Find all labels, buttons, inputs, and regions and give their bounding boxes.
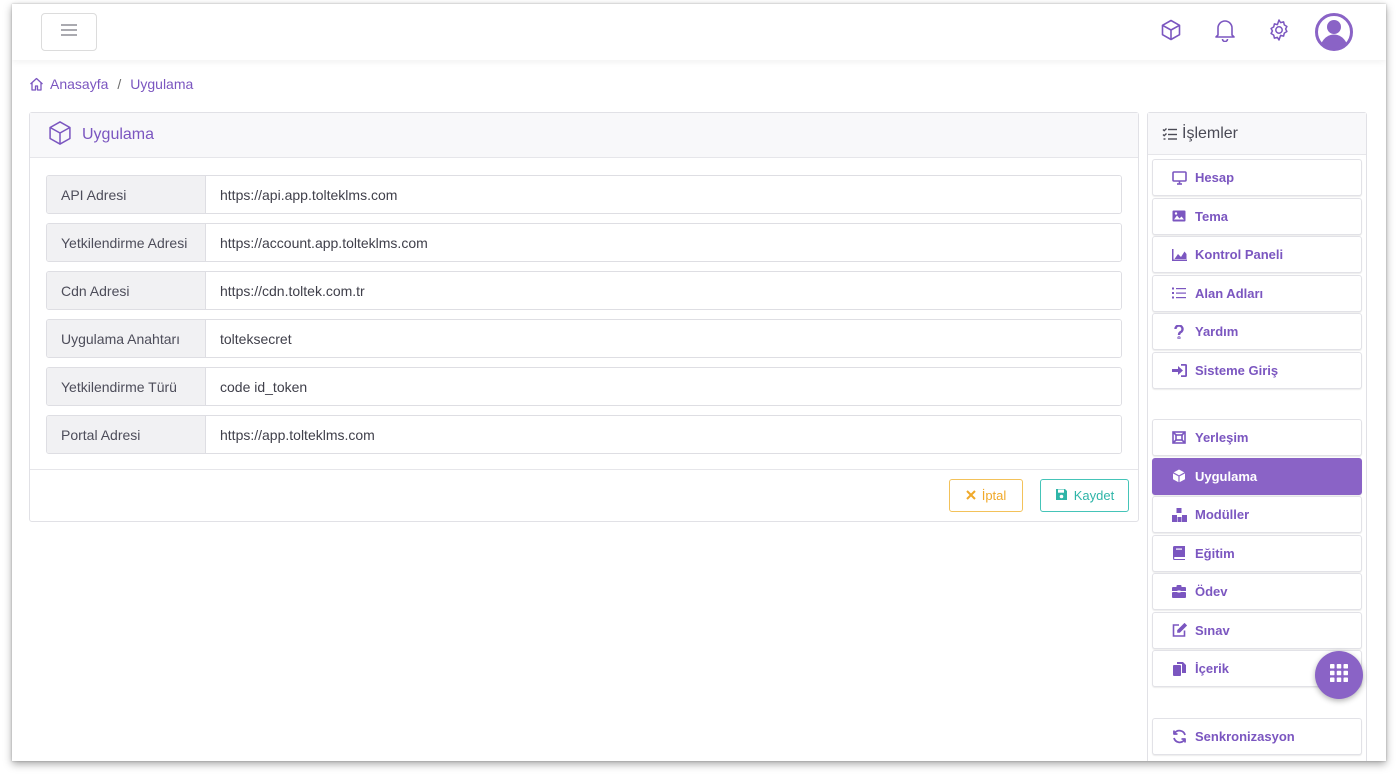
save-label: Kaydet: [1073, 488, 1115, 503]
close-icon: [965, 488, 976, 503]
bell-icon: [1214, 18, 1236, 47]
book-icon: [1171, 545, 1187, 561]
field-input[interactable]: [206, 368, 1121, 405]
sidebar-item-label: Sınav: [1195, 622, 1230, 638]
cube-icon: [1171, 468, 1187, 484]
top-bar: [12, 4, 1386, 60]
list-icon: [1171, 285, 1187, 301]
field-label: Yetkilendirme Türü: [47, 368, 206, 405]
briefcase-icon: [1171, 584, 1187, 600]
sync-icon: [1171, 728, 1187, 744]
cube-icon: [46, 119, 74, 152]
form-field-row: Cdn Adresi: [46, 271, 1122, 310]
breadcrumb: Anasayfa / Uygulama: [29, 76, 193, 92]
sidebar-item-label: Eğitim: [1195, 545, 1235, 561]
sidebar-item-label: Hesap: [1195, 170, 1235, 185]
field-input[interactable]: [206, 272, 1121, 309]
field-label: API Adresi: [47, 176, 206, 213]
field-input[interactable]: [206, 320, 1121, 357]
sidebar-item-label: Tema: [1195, 208, 1228, 224]
cancel-button[interactable]: İptal: [949, 479, 1023, 512]
sidebar-title: İşlemler: [1182, 124, 1239, 142]
sidebar-item-modules[interactable]: Modüller: [1152, 496, 1362, 533]
hamburger-icon: [60, 23, 78, 42]
user-avatar[interactable]: [1314, 12, 1354, 52]
monitor-icon: [1171, 170, 1187, 186]
sidebar-item-sync[interactable]: Senkronizasyon: [1152, 717, 1362, 755]
sign-in-icon: [1171, 362, 1187, 378]
sidebar-item-monitor[interactable]: Hesap: [1152, 159, 1362, 196]
settings-button[interactable]: [1252, 12, 1306, 52]
app-window: Anasayfa / Uygulama Uygulama API Adresi Y…: [12, 4, 1386, 761]
notifications-button[interactable]: [1198, 12, 1252, 52]
sidebar-item-label: Sisteme Giriş: [1195, 362, 1279, 378]
form-field-row: Yetkilendirme Türü: [46, 367, 1122, 406]
breadcrumb-home-link[interactable]: Anasayfa: [50, 76, 108, 92]
gear-icon: [1267, 18, 1291, 47]
sidebar-item-label: Ödev: [1195, 584, 1228, 599]
sidebar-item-label: İçerik: [1195, 661, 1229, 676]
field-input[interactable]: [206, 224, 1121, 261]
sidebar-item-sign-in[interactable]: Sisteme Giriş: [1152, 351, 1362, 389]
sidebar-item-label: Kontrol Paneli: [1195, 247, 1284, 262]
save-icon: [1055, 488, 1068, 504]
application-settings-card: Uygulama API Adresi Yetkilendirme Adresi C…: [29, 112, 1139, 522]
sidebar-item-label: Alan Adları: [1195, 285, 1264, 301]
card-header: Uygulama: [30, 113, 1138, 158]
breadcrumb-current: Uygulama: [130, 76, 194, 92]
sidebar-item-layout[interactable]: Yerleşim: [1152, 419, 1362, 456]
sidebar-item-list[interactable]: Alan Adları: [1152, 274, 1362, 312]
form-field-row: Portal Adresi: [46, 415, 1122, 454]
checklist-icon: [1162, 127, 1178, 141]
sidebar-group: Yerleşim Uygulama Modüller Eğitim Ödev Sınav İ…: [1148, 415, 1366, 687]
grid-icon: [1329, 663, 1349, 688]
form-field-row: Uygulama Anahtarı: [46, 319, 1122, 358]
card-title: Uygulama: [82, 126, 155, 143]
sidebar-item-chart[interactable]: Kontrol Paneli: [1152, 236, 1362, 273]
sidebar-item-label: Uygulama: [1195, 468, 1258, 484]
image-icon: [1171, 208, 1187, 224]
field-label: Uygulama Anahtarı: [47, 320, 206, 357]
apps-cube-button[interactable]: [1144, 12, 1198, 52]
edit-icon: [1171, 622, 1187, 638]
breadcrumb-separator: /: [117, 76, 122, 92]
modules-icon: [1171, 507, 1187, 523]
sidebar-divider: [1148, 390, 1366, 415]
sidebar-item-edit[interactable]: Sınav: [1152, 611, 1362, 649]
field-input[interactable]: [206, 176, 1121, 213]
sidebar-group: Senkronizasyon: [1148, 714, 1366, 755]
field-label: Cdn Adresi: [47, 272, 206, 309]
sidebar-item-question[interactable]: Yardım: [1152, 313, 1362, 350]
chart-icon: [1171, 247, 1187, 263]
sidebar-item-label: Senkronizasyon: [1195, 728, 1295, 744]
cancel-label: İptal: [981, 488, 1007, 503]
home-icon: [29, 77, 44, 91]
form-field-row: Yetkilendirme Adresi: [46, 223, 1122, 262]
field-label: Portal Adresi: [47, 416, 206, 453]
sidebar-header: İşlemler: [1148, 113, 1366, 155]
field-label: Yetkilendirme Adresi: [47, 224, 206, 261]
sidebar-item-label: Yerleşim: [1195, 430, 1249, 445]
apps-grid-button[interactable]: [1315, 651, 1363, 699]
sidebar-item-book[interactable]: Eğitim: [1152, 534, 1362, 572]
cube-icon: [1159, 18, 1183, 47]
sidebar-item-image[interactable]: Tema: [1152, 197, 1362, 235]
save-button[interactable]: Kaydet: [1040, 479, 1129, 512]
settings-form: API Adresi Yetkilendirme Adresi Cdn Adresi…: [30, 158, 1138, 454]
card-footer: İptal Kaydet: [30, 469, 1138, 521]
sidebar-item-label: Modüller: [1195, 507, 1250, 522]
field-input[interactable]: [206, 416, 1121, 453]
question-icon: [1171, 324, 1187, 340]
sidebar-item-briefcase[interactable]: Ödev: [1152, 573, 1362, 610]
sidebar-item-label: Yardım: [1195, 324, 1239, 339]
sidebar-item-cube[interactable]: Uygulama: [1152, 457, 1362, 495]
menu-toggle-button[interactable]: [41, 13, 97, 51]
copy-icon: [1171, 661, 1187, 677]
sidebar-group: Hesap Tema Kontrol Paneli Alan Adları Yardım…: [1148, 155, 1366, 389]
layout-icon: [1171, 430, 1187, 446]
form-field-row: API Adresi: [46, 175, 1122, 214]
